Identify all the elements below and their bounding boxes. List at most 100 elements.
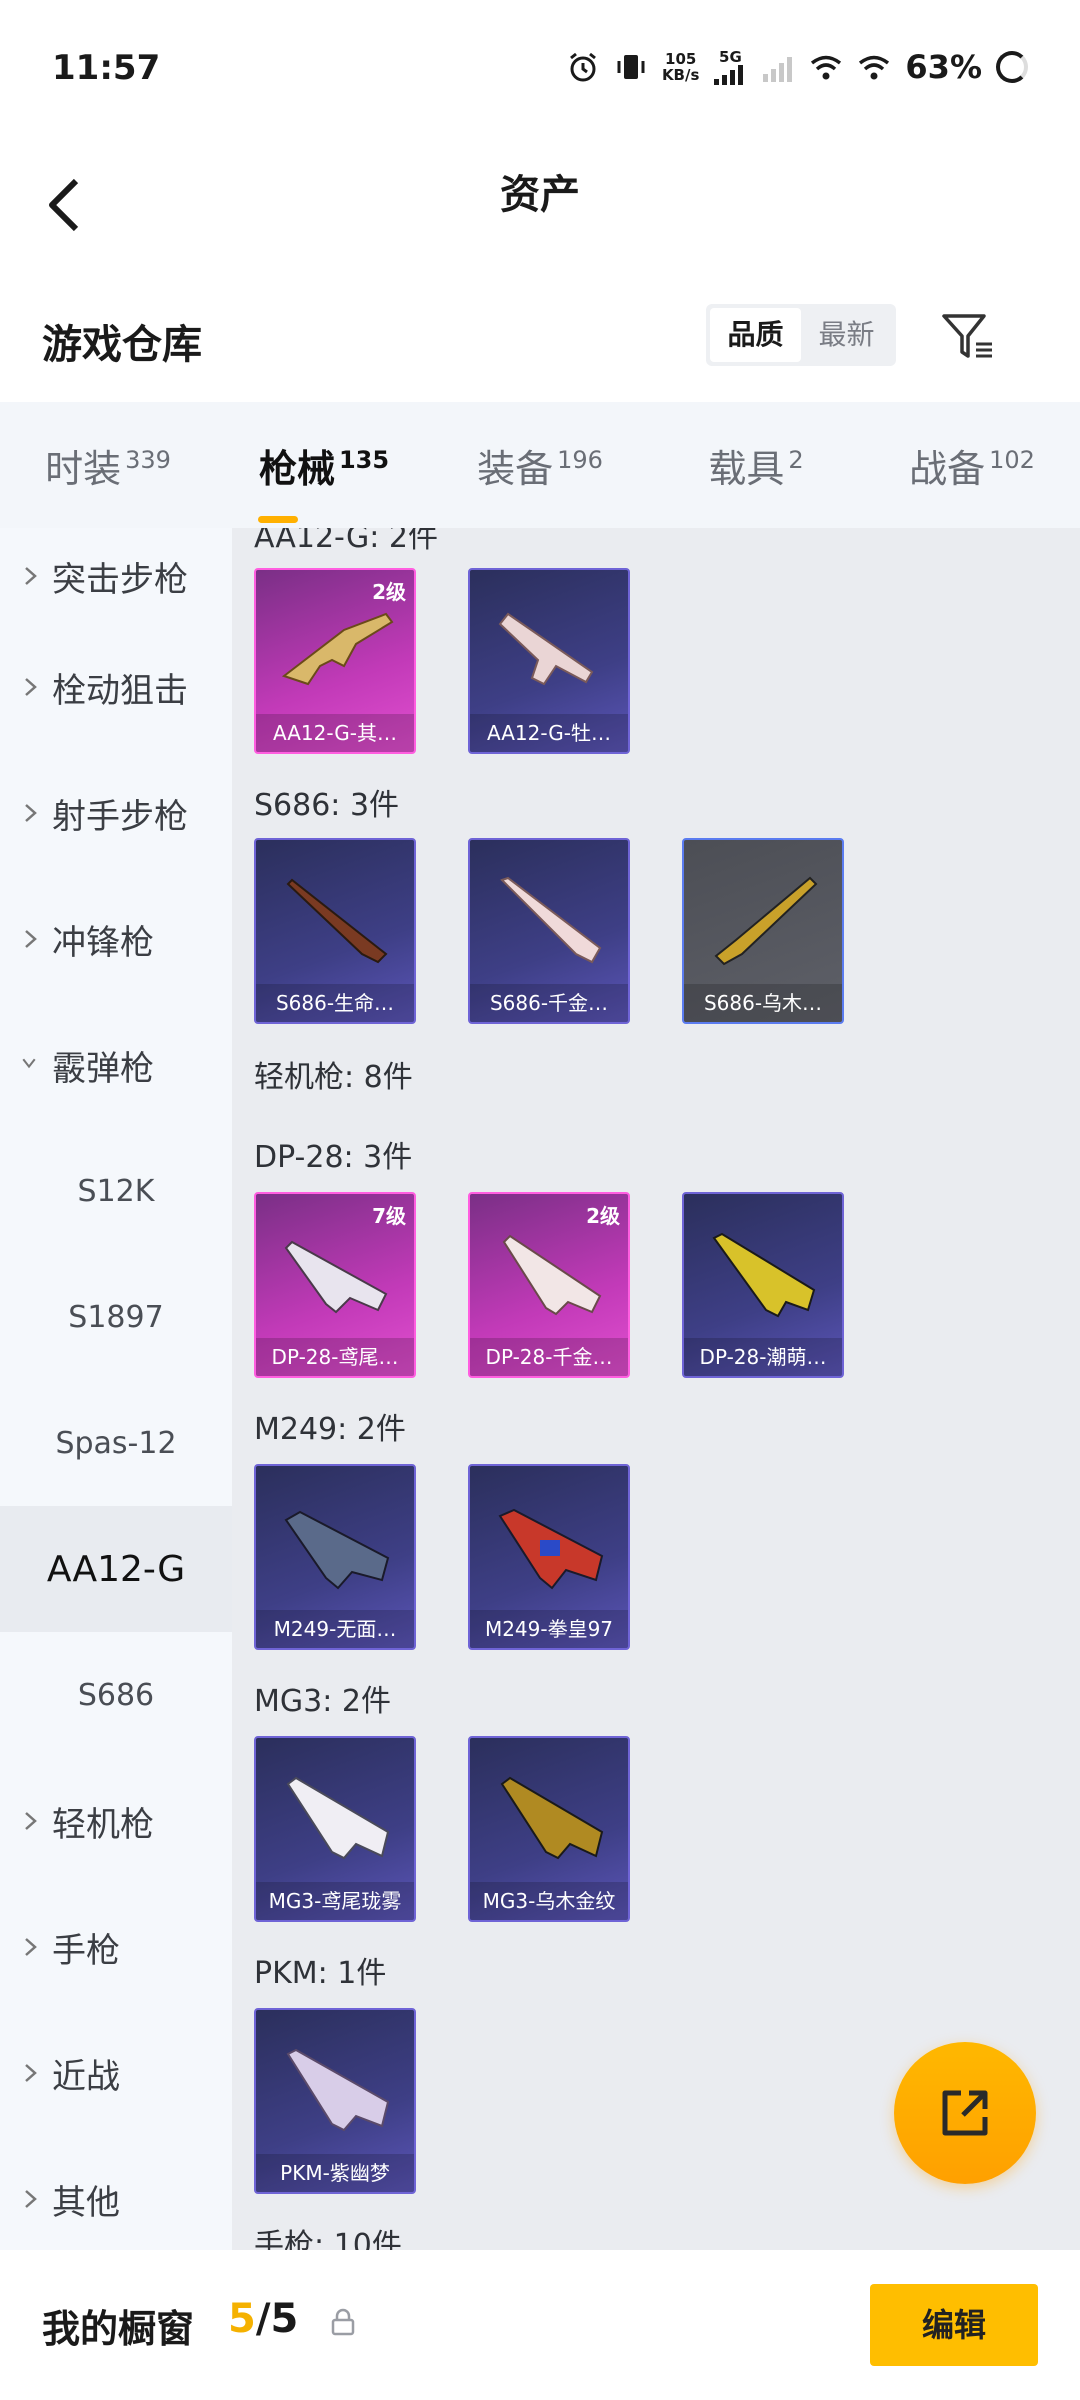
sidebar-subitem-s1897[interactable]: S1897 (0, 1254, 232, 1380)
sidebar-item-bolt-sniper[interactable]: 栓动狙击 (0, 624, 232, 750)
sidebar-item-label: 栓动狙击 (52, 670, 188, 711)
edit-button[interactable]: 编辑 (870, 2284, 1038, 2366)
weapon-name: AA12-G-牡… (470, 714, 628, 752)
chevron-right-icon (25, 2064, 37, 2082)
network-type: 5G (719, 48, 742, 66)
group-label-m249: M249: 2件 (254, 1412, 406, 1447)
weapon-image (286, 1776, 390, 1860)
chevron-right-icon (25, 1812, 37, 1830)
weapon-image (284, 1510, 390, 1590)
share-button[interactable] (894, 2042, 1036, 2184)
weapon-card[interactable]: PKM-紫幽梦 (254, 2008, 416, 2194)
showcase-total: 5 (270, 2296, 299, 2342)
tab-supplies[interactable]: 战备 102 (864, 438, 1080, 493)
lock-icon (331, 2308, 355, 2336)
status-time: 11:57 (52, 48, 161, 88)
chevron-right-icon (25, 678, 37, 696)
sidebar-item-lmg[interactable]: 轻机枪 (0, 1758, 232, 1884)
tab-count: 102 (989, 445, 1035, 474)
weapon-name: DP-28-潮萌… (684, 1338, 842, 1376)
group-label-pistol: 手枪: 10件 (254, 2228, 402, 2250)
sidebar-item-smg[interactable]: 冲锋枪 (0, 876, 232, 1002)
sidebar-item-assault-rifle[interactable]: 突击步枪 (0, 528, 232, 624)
showcase-count: 5/5 (228, 2296, 298, 2342)
sidebar-item-other[interactable]: 其他 (0, 2136, 232, 2250)
weapon-name: DP-28-千金… (470, 1338, 628, 1376)
weapon-card[interactable]: M249-无面… (254, 1464, 416, 1650)
chevron-right-icon (25, 567, 37, 585)
sidebar-item-label: 霰弹枪 (52, 1048, 154, 1089)
chevron-right-icon (25, 2190, 37, 2208)
signal-weak-icon (763, 57, 793, 82)
network-speed: 105 KB/s (662, 51, 699, 83)
weapon-image (712, 1232, 816, 1318)
weapon-card[interactable]: S686-千金… (468, 838, 630, 1024)
status-bar: 11:57 105 KB/s 5G 63% (0, 0, 1080, 140)
weapon-card[interactable]: 2级 AA12-G-其… (254, 568, 416, 754)
weapon-card[interactable]: S686-生命… (254, 838, 416, 1024)
sidebar-subitem-spas12[interactable]: Spas-12 (0, 1380, 232, 1506)
tab-firearms[interactable]: 枪械 135 (216, 438, 432, 523)
tab-label: 枪械 (258, 446, 335, 491)
weapon-name: PKM-紫幽梦 (256, 2154, 414, 2192)
tab-equipment[interactable]: 装备 196 (432, 438, 648, 493)
weapon-grid: AA12-G: 2件 2级 AA12-G-其… AA12-G-牡… S686: … (232, 528, 1080, 2250)
weapon-image (502, 1234, 602, 1316)
top-header: 资产 (0, 140, 1080, 270)
group-label-s686: S686: 3件 (254, 788, 400, 823)
sidebar-item-label: S686 (77, 1677, 155, 1713)
tab-count: 2 (788, 445, 804, 474)
tab-count: 339 (125, 445, 171, 474)
showcase-separator: / (255, 2296, 271, 2342)
sidebar-item-label: 手枪 (52, 1930, 120, 1971)
sort-quality-button[interactable]: 品质 (710, 308, 801, 362)
showcase-bar: 我的橱窗 5/5 编辑 (0, 2250, 1080, 2400)
weapon-card[interactable]: 7级 DP-28-鸢尾… (254, 1192, 416, 1378)
tab-fashion[interactable]: 时装 339 (0, 438, 216, 493)
showcase-current: 5 (228, 2296, 256, 2342)
weapon-name: DP-28-鸢尾… (256, 1338, 414, 1376)
weapon-image (284, 1240, 388, 1314)
sidebar-item-shotgun[interactable]: 霰弹枪 (0, 1002, 232, 1128)
sort-newest-button[interactable]: 最新 (801, 308, 892, 362)
sort-toggle: 品质 最新 (706, 304, 896, 366)
weapon-image (281, 612, 394, 686)
tab-count: 196 (557, 445, 603, 474)
group-label-pkm: PKM: 1件 (254, 1956, 387, 1991)
weapon-card[interactable]: AA12-G-牡… (468, 568, 630, 754)
weapon-card[interactable]: DP-28-潮萌… (682, 1192, 844, 1378)
weapon-card[interactable]: MG3-乌木金纹 (468, 1736, 630, 1922)
status-icons: 105 KB/s 5G 63% (566, 48, 1028, 86)
tab-vehicles[interactable]: 载具 2 (648, 438, 864, 493)
weapon-name: MG3-鸢尾珑雾 (256, 1882, 414, 1920)
chevron-right-icon (25, 930, 37, 948)
showcase-title: 我的橱窗 (42, 2307, 195, 2351)
category-tabs: 时装 339 枪械 135 装备 196 载具 2 战备 102 (0, 402, 1080, 528)
weapon-name: S686-千金… (470, 984, 628, 1022)
weapon-card[interactable]: 2级 DP-28-千金… (468, 1192, 630, 1378)
weapon-image (498, 1508, 604, 1590)
weapon-card[interactable]: MG3-鸢尾珑雾 (254, 1736, 416, 1922)
sidebar-subitem-s686[interactable]: S686 (0, 1632, 232, 1758)
weapon-image (286, 2048, 390, 2132)
sidebar-item-pistol[interactable]: 手枪 (0, 1884, 232, 2010)
weapon-card[interactable]: M249-拳皇97 (468, 1464, 630, 1650)
filter-icon[interactable] (938, 306, 998, 366)
chevron-down-icon (22, 1058, 36, 1069)
chevron-right-icon (25, 804, 37, 822)
weapon-image (500, 1776, 604, 1860)
sidebar-subitem-s12k[interactable]: S12K (0, 1128, 232, 1254)
weapon-category-sidebar: 突击步枪 栓动狙击 射手步枪 冲锋枪 霰弹枪 S12K S1897 Spas-1… (0, 528, 232, 2250)
sidebar-item-melee[interactable]: 近战 (0, 2010, 232, 2136)
weapon-card[interactable]: S686-乌木… (682, 838, 844, 1024)
sidebar-item-label: 其他 (52, 2182, 120, 2223)
sidebar-item-label: 突击步枪 (52, 559, 188, 600)
weapon-image (498, 612, 594, 686)
sidebar-item-marksman-rifle[interactable]: 射手步枪 (0, 750, 232, 876)
sidebar-subitem-aa12g[interactable]: AA12-G (0, 1506, 232, 1632)
weapon-name: S686-乌木… (684, 984, 842, 1022)
sidebar-item-label: 射手步枪 (52, 796, 188, 837)
tab-label: 战备 (909, 446, 986, 491)
signal-5g: 5G (713, 49, 747, 85)
share-icon (942, 2090, 988, 2136)
